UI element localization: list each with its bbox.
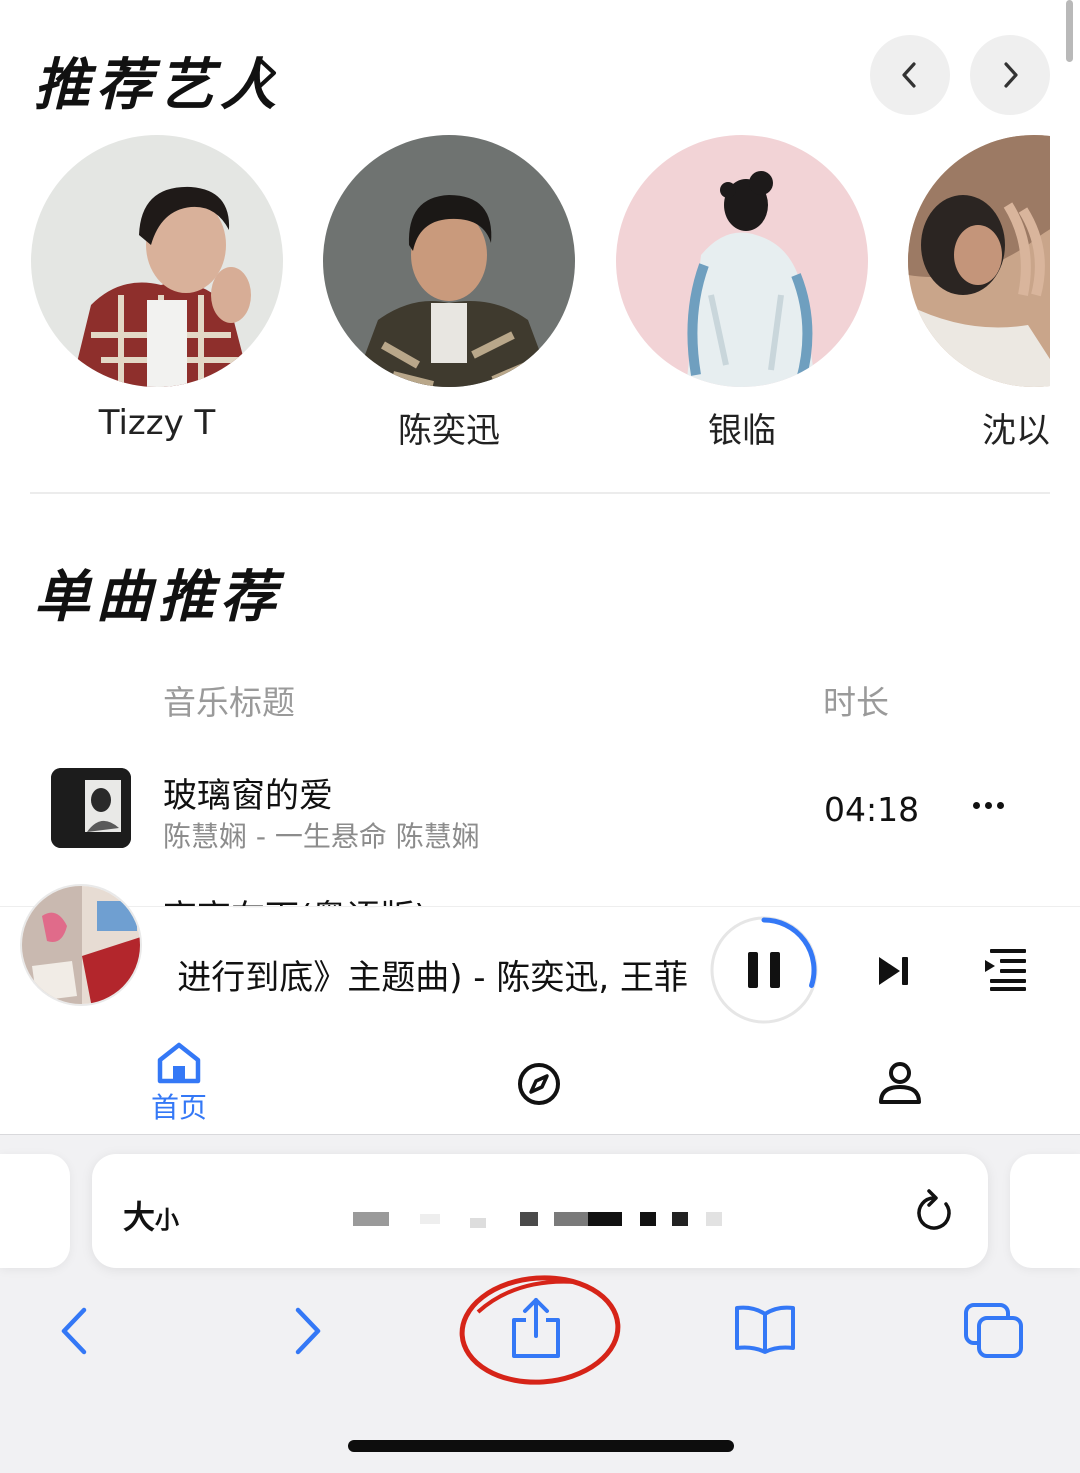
back-chevron-icon[interactable]: [56, 1306, 92, 1356]
artist-card[interactable]: 陈奕迅: [323, 135, 575, 451]
chevron-right-icon[interactable]: [252, 52, 282, 94]
artist-avatar[interactable]: [616, 135, 868, 387]
home-icon: [157, 1042, 201, 1084]
pause-button[interactable]: [708, 914, 820, 1026]
profile-icon[interactable]: [877, 1060, 923, 1106]
next-tab-preview[interactable]: [1010, 1154, 1080, 1268]
forward-chevron-icon[interactable]: [290, 1306, 326, 1356]
text-size-small: 小: [155, 1206, 180, 1234]
section-divider: [30, 492, 1050, 494]
bookmarks-book-icon[interactable]: [733, 1304, 797, 1356]
artist-card[interactable]: Tizzy T: [31, 135, 283, 443]
artist-name[interactable]: 陈奕迅: [323, 403, 575, 452]
tab-home[interactable]: 首页: [139, 1042, 219, 1126]
more-options-icon[interactable]: [973, 795, 1007, 815]
artist-avatar[interactable]: [323, 135, 575, 387]
playlist-queue-button[interactable]: [982, 946, 1028, 992]
artist-name[interactable]: Tizzy T: [31, 403, 283, 443]
artist-avatar[interactable]: [908, 135, 1050, 387]
chevron-right-icon: [1004, 62, 1018, 88]
chevron-left-icon: [902, 62, 916, 88]
text-size-button[interactable]: 大小: [123, 1192, 179, 1238]
artists-next-button[interactable]: [970, 35, 1050, 115]
now-playing-cover[interactable]: [20, 884, 142, 1006]
next-track-button[interactable]: [876, 953, 912, 989]
artists-prev-button[interactable]: [870, 35, 950, 115]
tab-home-label: 首页: [150, 1091, 207, 1124]
column-header-title: 音乐标题: [163, 683, 295, 722]
previous-tab-preview[interactable]: [0, 1154, 70, 1268]
page-scrollbar[interactable]: [1066, 0, 1073, 62]
artist-name[interactable]: 沈以: [960, 403, 1050, 452]
tabs-overview-icon[interactable]: [963, 1302, 1025, 1360]
song-cover[interactable]: [51, 768, 131, 848]
now-playing-title[interactable]: 进行到底》主题曲) - 陈奕迅, 王菲: [163, 946, 688, 996]
pause-icon: [748, 952, 758, 988]
song-artist-album: 陈慧娴 - 一生悬命 陈慧娴: [163, 820, 480, 853]
text-size-big: 大: [123, 1198, 156, 1236]
url-text-redacted: [353, 1212, 722, 1228]
home-indicator[interactable]: [348, 1440, 734, 1452]
artist-name[interactable]: 银临: [616, 403, 868, 452]
now-playing-text: 进行到底》主题曲) - 陈奕迅, 王菲: [177, 958, 688, 996]
artist-card[interactable]: 银临: [616, 135, 868, 451]
song-duration: 04:18: [824, 790, 920, 829]
red-annotation-circle: [459, 1275, 621, 1385]
artists-section-title[interactable]: 推荐艺人: [34, 40, 282, 121]
compass-icon[interactable]: [516, 1061, 562, 1107]
column-header-duration: 时长: [823, 683, 889, 722]
reload-icon[interactable]: [912, 1186, 956, 1234]
songs-section-title: 单曲推荐: [34, 565, 282, 630]
artist-card[interactable]: [908, 135, 1050, 387]
artist-avatar[interactable]: [31, 135, 283, 387]
list-item[interactable]: 高高在下(粤语版): [163, 878, 463, 908]
song-title[interactable]: 玻璃窗的爱: [163, 768, 333, 817]
